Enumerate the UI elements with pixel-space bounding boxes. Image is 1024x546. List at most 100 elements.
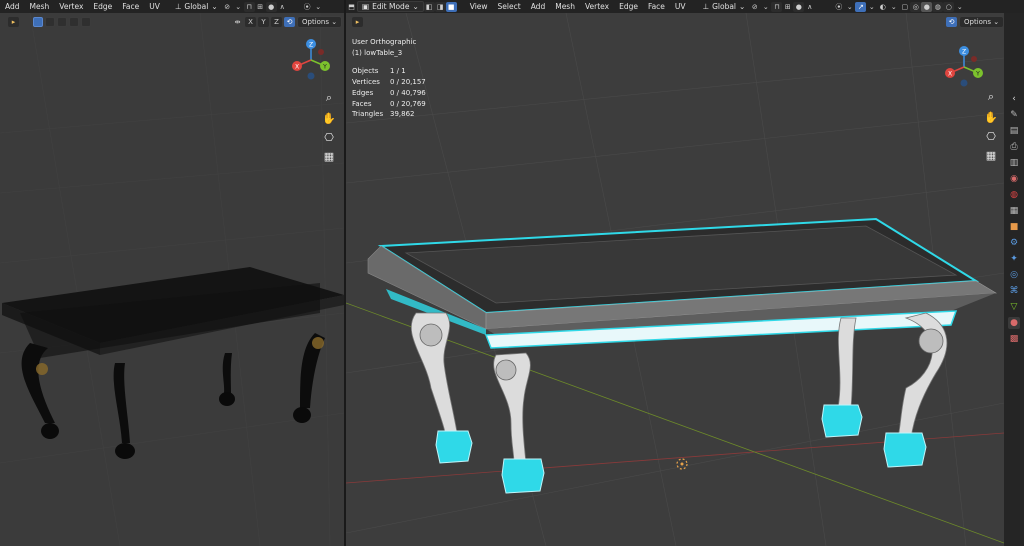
pivot-icon[interactable]: ⊘ xyxy=(222,2,233,12)
camera-icon[interactable]: ⎔ xyxy=(982,127,1000,145)
orientation-dropdown[interactable]: ⊥ Global ⌄ xyxy=(171,1,222,12)
menu-edge[interactable]: Edge xyxy=(88,2,117,11)
wireframe-shading-icon[interactable]: ◎ xyxy=(910,1,922,12)
snap-icon[interactable]: ⊓ xyxy=(243,1,255,12)
menu-add[interactable]: Add xyxy=(526,2,551,11)
proportional-edit-icon[interactable]: ● xyxy=(265,1,277,12)
material-tab-icon[interactable]: ● xyxy=(1008,317,1020,329)
tool-icon[interactable]: ▸ xyxy=(8,16,19,27)
tool-tab-icon[interactable]: ✎ xyxy=(1008,109,1020,121)
chevron-down-icon[interactable]: ⌄ xyxy=(233,2,244,12)
menu-add[interactable]: Add xyxy=(0,2,25,11)
menu-vertex[interactable]: Vertex xyxy=(580,2,614,11)
face-select-icon[interactable]: ■ xyxy=(445,1,457,12)
snap-target-icon[interactable]: ⊞ xyxy=(255,2,266,12)
select-invert-icon[interactable] xyxy=(69,16,79,27)
xray-icon[interactable]: ▢ xyxy=(899,2,910,12)
magnifier-icon[interactable]: ⌕ xyxy=(982,88,1000,106)
camera-icon[interactable]: ⎔ xyxy=(320,128,338,146)
vertex-select-icon[interactable]: ◧ xyxy=(423,1,435,12)
auto-merge-icon[interactable]: ⟲ xyxy=(946,16,957,27)
grid-icon[interactable]: ▦ xyxy=(320,147,338,165)
modifier-tab-icon[interactable]: ⚙ xyxy=(1008,237,1020,249)
mirror-z-button[interactable]: Z xyxy=(271,16,282,27)
render-tab-icon[interactable]: ▤ xyxy=(1008,125,1020,137)
navigation-gizmo[interactable]: Z X Y xyxy=(291,38,331,82)
chevron-down-icon[interactable]: ⌄ xyxy=(844,2,855,12)
right-viewport-scene xyxy=(346,13,1004,546)
stat-triangles: Triangles 39,862 xyxy=(352,110,415,119)
viewport-info-overlay: User Orthographic (1) lowTable_3 Objects… xyxy=(352,37,426,120)
particles-tab-icon[interactable]: ✦ xyxy=(1008,253,1020,265)
chevron-down-icon[interactable]: ⌄ xyxy=(954,2,965,12)
select-subtract-icon[interactable] xyxy=(57,16,67,27)
scene-tab-icon[interactable]: ◉ xyxy=(1008,173,1020,185)
solid-shading-icon[interactable]: ● xyxy=(921,1,933,12)
menu-uv[interactable]: UV xyxy=(670,2,691,11)
right-viewport-header: ⬒ ▣ Edit Mode ⌄ ◧ ◨ ■ View Select Add Me… xyxy=(346,0,1024,13)
hand-icon[interactable]: ✋ xyxy=(320,109,338,127)
grid-icon[interactable]: ▦ xyxy=(982,146,1000,164)
snap-icon[interactable]: ⊓ xyxy=(771,1,783,12)
proportional-edit-icon[interactable]: ● xyxy=(793,1,805,12)
menu-face[interactable]: Face xyxy=(117,2,144,11)
magnifier-icon[interactable]: ⌕ xyxy=(320,89,338,107)
texture-tab-icon[interactable]: ▩ xyxy=(1008,333,1020,345)
chevron-down-icon[interactable]: ⌄ xyxy=(760,2,771,12)
physics-tab-icon[interactable]: ◎ xyxy=(1008,269,1020,281)
mirror-icon[interactable]: ⇹ xyxy=(232,17,243,27)
object-tab-icon[interactable]: ■ xyxy=(1008,221,1020,233)
falloff-icon[interactable]: ∧ xyxy=(804,2,815,12)
menu-mesh[interactable]: Mesh xyxy=(25,2,55,11)
menu-view[interactable]: View xyxy=(465,2,493,11)
material-shading-icon[interactable]: ◍ xyxy=(932,1,944,12)
stat-edges: Edges 0 / 40,796 xyxy=(352,88,426,97)
menu-face[interactable]: Face xyxy=(643,2,670,11)
data-tab-icon[interactable]: ▽ xyxy=(1008,301,1020,313)
chevron-down-icon[interactable]: ⌄ xyxy=(888,2,899,12)
left-viewport[interactable]: ▸ ⇹ X Y Z ⟲ Options ⌄ Z X Y ⌕ ✋ ⎔ ▦ xyxy=(0,13,344,546)
menu-select[interactable]: Select xyxy=(493,2,526,11)
menu-vertex[interactable]: Vertex xyxy=(54,2,88,11)
svg-text:Y: Y xyxy=(975,71,980,78)
select-new-icon[interactable] xyxy=(33,16,43,27)
svg-text:Z: Z xyxy=(309,42,313,49)
chevron-down-icon[interactable]: ⌄ xyxy=(866,2,877,12)
menu-edge[interactable]: Edge xyxy=(614,2,643,11)
overlay-icon[interactable]: ⦿ xyxy=(302,2,313,12)
navigation-gizmo[interactable]: Z X Y xyxy=(944,45,984,89)
chevron-down-icon: ⌄ xyxy=(211,2,218,11)
select-extend-icon[interactable] xyxy=(45,16,55,27)
view-layer-tab-icon[interactable]: ▥ xyxy=(1008,157,1020,169)
gizmo-toggle-icon[interactable]: ↗ xyxy=(855,1,867,12)
auto-merge-icon[interactable]: ⟲ xyxy=(284,16,295,27)
world-tab-icon[interactable]: ◍ xyxy=(1008,189,1020,201)
options-dropdown[interactable]: Options ⌄ xyxy=(959,15,1004,28)
select-intersect-icon[interactable] xyxy=(81,16,91,27)
mirror-x-button[interactable]: X xyxy=(245,16,256,27)
menu-uv[interactable]: UV xyxy=(144,2,165,11)
visibility-icon[interactable]: ⦿ xyxy=(833,2,844,12)
tool-icon[interactable]: ▸ xyxy=(352,16,363,27)
collapse-arrow-icon[interactable]: ‹ xyxy=(1008,93,1020,105)
rendered-shading-icon[interactable]: ○ xyxy=(943,1,955,12)
pivot-icon[interactable]: ⊘ xyxy=(749,2,760,12)
editor-type-icon[interactable]: ⬒ xyxy=(346,2,357,12)
mode-dropdown[interactable]: ▣ Edit Mode ⌄ xyxy=(357,1,424,12)
chevron-down-icon: ⌄ xyxy=(412,2,419,11)
edge-select-icon[interactable]: ◨ xyxy=(434,1,446,12)
output-tab-icon[interactable]: ⎙ xyxy=(1008,141,1020,153)
collection-tab-icon[interactable]: ▦ xyxy=(1008,205,1020,217)
right-viewport[interactable]: ▸ ⟲ Options ⌄ User Orthographic (1) lowT… xyxy=(346,13,1004,546)
overlay-icon[interactable]: ◐ xyxy=(877,2,888,12)
hand-icon[interactable]: ✋ xyxy=(982,108,1000,126)
options-dropdown[interactable]: Options ⌄ xyxy=(297,15,343,28)
falloff-icon[interactable]: ∧ xyxy=(277,2,288,12)
mirror-y-button[interactable]: Y xyxy=(258,16,269,27)
snap-target-icon[interactable]: ⊞ xyxy=(782,2,793,12)
menu-mesh[interactable]: Mesh xyxy=(550,2,580,11)
orientation-dropdown[interactable]: ⊥ Global ⌄ xyxy=(699,1,750,12)
constraints-tab-icon[interactable]: ⌘ xyxy=(1008,285,1020,297)
properties-tab-strip: ‹ ✎ ▤ ⎙ ▥ ◉ ◍ ▦ ■ ⚙ ✦ ◎ ⌘ ▽ ● ▩ xyxy=(1004,13,1024,546)
chevron-down-icon[interactable]: ⌄ xyxy=(313,2,324,12)
